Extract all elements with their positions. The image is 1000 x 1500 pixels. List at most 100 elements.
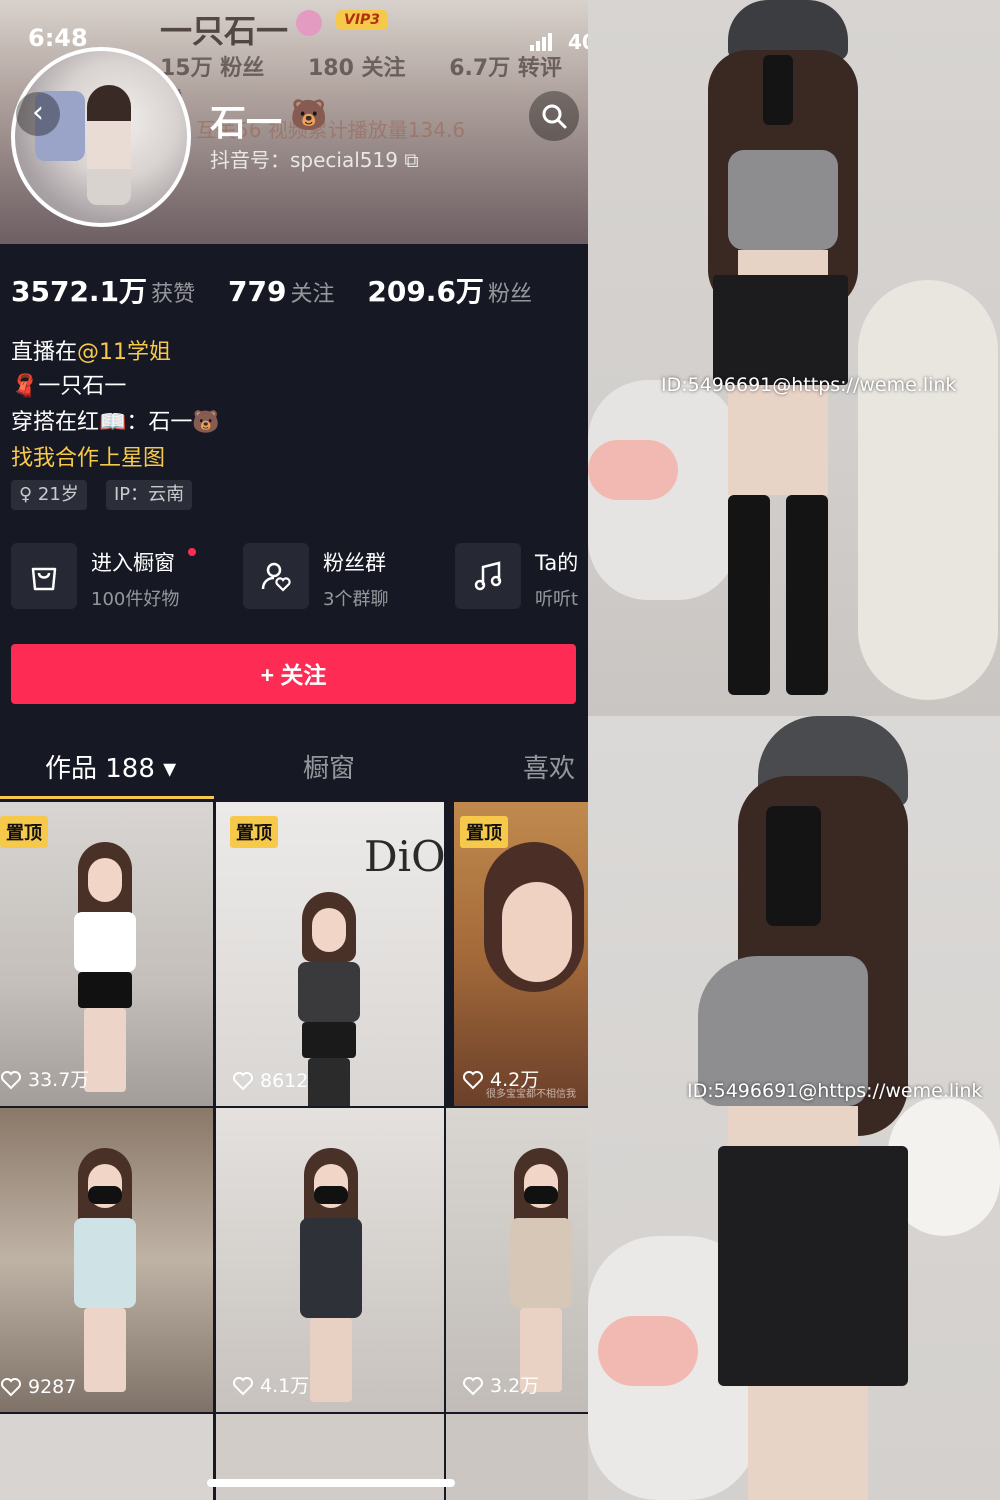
video-like-count: 3.2万 (462, 1371, 539, 1398)
profile-tabs: 作品 188 ▾ 橱窗 喜欢（ (0, 740, 588, 800)
dior-sign: DiO (364, 832, 444, 881)
waist (728, 1106, 858, 1146)
video-like-count: 4.1万 (232, 1371, 309, 1398)
outfit-photo-bottom: ID:5496691@https://weme.link (588, 716, 1000, 1500)
shop-card-title: 进入橱窗 (91, 551, 175, 575)
video-figure (70, 842, 140, 1092)
following-label[interactable]: 关注 (290, 282, 334, 307)
heart-icon (463, 1071, 483, 1090)
active-tab-indicator (0, 796, 214, 799)
avatar-figure (87, 85, 131, 205)
tab-shop-window[interactable]: 橱窗 (303, 748, 355, 785)
header-stat-fans: 15万 粉丝 (160, 56, 265, 81)
video-thumbnail[interactable] (216, 1414, 444, 1500)
home-indicator (207, 1479, 455, 1487)
douyin-id[interactable]: 抖音号：special519 ⧉ (210, 144, 419, 173)
like-count-text: 8612 (260, 1070, 309, 1092)
pinned-badge: 置顶 (460, 816, 508, 848)
video-thumbnail[interactable] (446, 1414, 588, 1500)
likes-label: 获赞 (151, 282, 196, 307)
bio-mention-link[interactable]: @11学姐 (77, 340, 171, 365)
video-like-count: 33.7万 (0, 1065, 89, 1092)
shop-window-card[interactable]: 进入橱窗 100件好物 (11, 543, 231, 611)
scrolled-header-name: 一只石一 (160, 12, 289, 50)
video-thumbnail[interactable] (0, 1414, 213, 1500)
video-figure (296, 1148, 366, 1402)
profile-nickname: 石一 (210, 103, 283, 144)
search-button[interactable] (529, 91, 579, 141)
heart-icon (1, 1378, 21, 1397)
heart-icon (463, 1377, 483, 1396)
like-count-text: 3.2万 (490, 1375, 540, 1397)
tab-likes[interactable]: 喜欢（ (523, 748, 588, 785)
thighs (728, 385, 828, 495)
follow-button[interactable]: + 关注 (11, 644, 576, 704)
nickname-emoji: 🐻 (290, 98, 328, 133)
bio-live-prefix: 直播在 (11, 340, 78, 365)
battery-level: 40 (568, 30, 588, 54)
phone (766, 806, 821, 926)
avatar[interactable] (11, 47, 191, 227)
legs (748, 1386, 868, 1500)
likes-count: 3572.1万 (11, 275, 148, 308)
grey-top (728, 150, 838, 250)
video-thumbnail[interactable]: 9287 (0, 1108, 213, 1412)
status-time: 6:48 (28, 24, 88, 52)
watermark: ID:5496691@https://weme.link (687, 1080, 983, 1102)
video-thumbnail[interactable]: DiO 置顶 8612 (216, 802, 444, 1106)
bio-line-2: 🧣一只石一 (11, 374, 127, 399)
profile-stats: 3572.1万 获赞 779 关注 209.6万 粉丝 (11, 270, 556, 310)
heart-icon (233, 1377, 253, 1396)
mouse-statue (858, 280, 998, 700)
video-figure (70, 1148, 140, 1398)
outfit-photo-top: ID:5496691@https://weme.link (588, 0, 1000, 716)
notification-dot (188, 548, 196, 556)
profile-screen: 一只石一 VIP3 15万 粉丝 180 关注 6.7万 转评赞 6:48 40… (0, 0, 588, 1500)
plush-toy-tongue (588, 440, 678, 500)
shopping-bag-icon (11, 543, 77, 609)
plush-toy-tongue (598, 1316, 698, 1386)
heart-icon (1, 1071, 21, 1090)
like-count-text: 4.1万 (260, 1375, 310, 1397)
music-card-subtitle: 听听t (535, 589, 579, 610)
black-skirt (713, 275, 848, 385)
fan-group-subtitle: 3个群聊 (323, 589, 389, 610)
pleated-skirt (718, 1146, 908, 1386)
video-thumbnail[interactable]: 4.1万 (216, 1108, 444, 1412)
shop-card-subtitle: 100件好物 (91, 589, 180, 610)
like-count-text: 33.7万 (28, 1069, 90, 1091)
video-like-count: 4.2万 (462, 1065, 539, 1092)
stocking-right (786, 495, 828, 695)
video-like-count: 9287 (0, 1376, 76, 1398)
heart-icon (233, 1072, 253, 1091)
stocking-left (728, 495, 770, 695)
music-card-title: Ta的 (535, 551, 579, 575)
video-thumbnail[interactable]: 置顶 很多宝宝都不相信我 4.2万 (454, 802, 588, 1106)
pinned-badge: 置顶 (0, 816, 48, 848)
vip-badge: VIP3 (336, 10, 389, 30)
video-thumbnail[interactable]: 置顶 33.7万 (0, 802, 213, 1106)
signal-icon (530, 32, 554, 51)
bio-star-map-link[interactable]: 找我合作上星图 (11, 440, 165, 472)
watermark: ID:5496691@https://weme.link (661, 374, 957, 396)
tab-works[interactable]: 作品 188 ▾ (45, 748, 176, 785)
pinned-badge: 置顶 (230, 816, 278, 848)
phone (763, 55, 793, 125)
music-card[interactable]: Ta的 听听t (455, 543, 588, 611)
music-note-icon (455, 543, 521, 609)
age-tag: ♀ 21岁 (11, 480, 87, 510)
fan-group-icon (243, 543, 309, 609)
fans-label[interactable]: 粉丝 (488, 282, 532, 307)
like-count-text: 9287 (28, 1376, 77, 1398)
bio-line-live: 直播在@11学姐 (11, 334, 171, 366)
bio-line-3: 穿搭在红📖：石一🐻 (11, 410, 220, 435)
fan-group-title: 粉丝群 (323, 551, 386, 575)
video-like-count: 8612 (232, 1070, 308, 1092)
fans-count[interactable]: 209.6万 (367, 275, 484, 308)
back-button[interactable]: ‹ (16, 92, 60, 136)
following-count[interactable]: 779 (228, 275, 286, 308)
search-icon (542, 104, 567, 129)
fan-group-card[interactable]: 粉丝群 3个群聊 (243, 543, 443, 611)
video-figure (506, 1148, 576, 1398)
video-thumbnail[interactable]: 3.2万 (446, 1108, 588, 1412)
